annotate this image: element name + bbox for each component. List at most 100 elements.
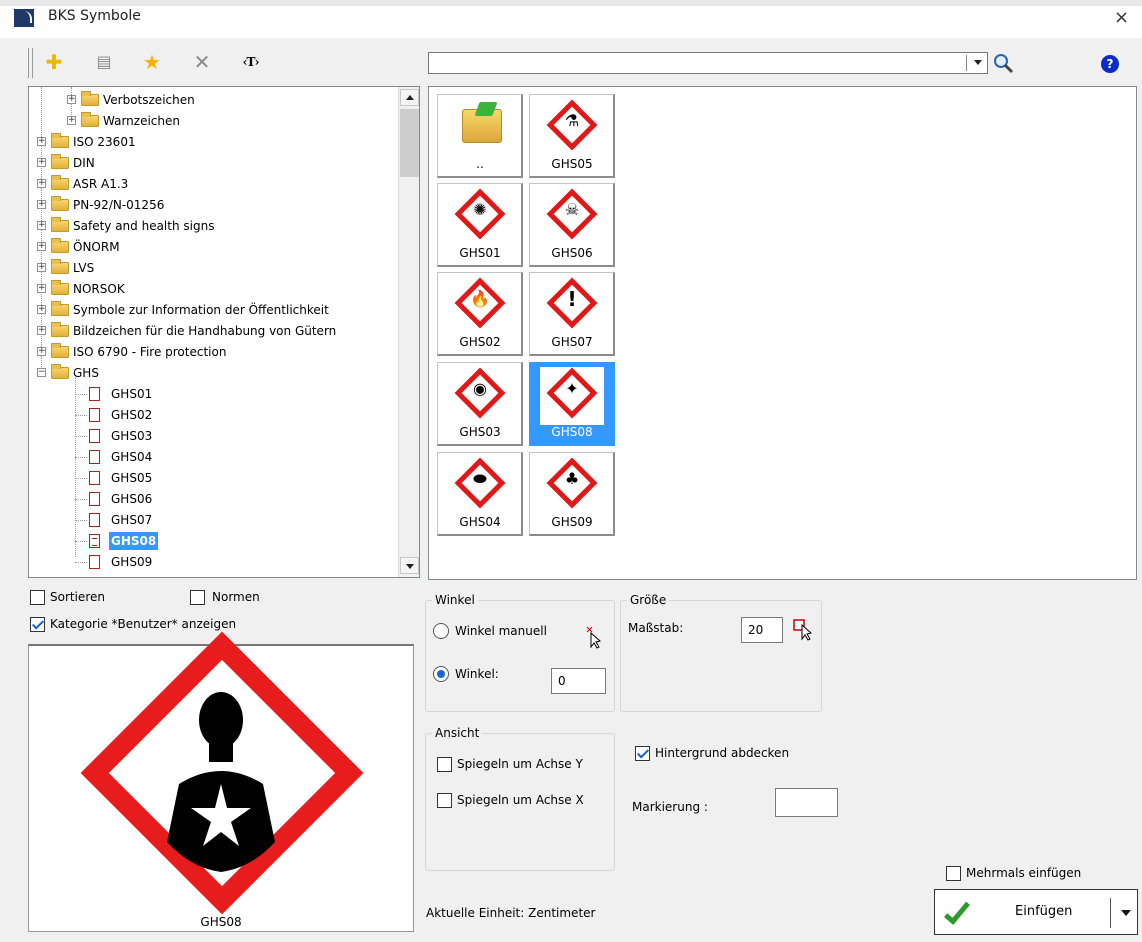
sortieren-checkbox[interactable] [30, 590, 45, 605]
tree-item-ghs03[interactable]: GHS03 [29, 426, 397, 446]
expand-icon[interactable]: + [37, 179, 46, 188]
expand-icon[interactable]: + [37, 326, 46, 335]
current-unit-label: Aktuelle Einheit: Zentimeter [426, 906, 596, 920]
explosive-icon: ✺ [473, 200, 487, 219]
category-tree[interactable]: + Verbotszeichen + Warnzeichen + ISO 236… [28, 86, 420, 578]
hintergrund-checkbox[interactable] [635, 746, 650, 761]
tree-item-ghs06[interactable]: GHS06 [29, 489, 397, 509]
symbol-tile-ghs02[interactable]: 🔥 GHS02 [437, 272, 523, 356]
symbol-tile-ghs06[interactable]: ☠ GHS06 [529, 183, 615, 267]
expand-icon[interactable]: + [37, 137, 46, 146]
tile-image [448, 99, 512, 157]
folder-icon [51, 280, 69, 295]
dropdown-arrow-icon[interactable] [974, 60, 982, 65]
add-button[interactable]: ✚ [42, 50, 66, 74]
tree-item-ghs02[interactable]: GHS02 [29, 405, 397, 425]
collapse-icon[interactable]: − [37, 368, 46, 377]
tree-item-safety-health[interactable]: + Safety and health signs [29, 216, 397, 236]
toolbar-grip[interactable] [28, 48, 33, 78]
insert-dropdown-icon[interactable] [1121, 910, 1131, 916]
tree-item-ghs[interactable]: − GHS [29, 363, 397, 383]
properties-button[interactable]: ▤ [92, 50, 116, 74]
expand-icon[interactable]: + [37, 347, 46, 356]
insert-split-button[interactable]: Einfügen [934, 889, 1138, 935]
kategorie-checkbox[interactable] [30, 617, 45, 632]
tree-item-public-info[interactable]: + Symbole zur Information der Öffentlich… [29, 300, 397, 320]
expand-icon[interactable]: + [37, 221, 46, 230]
tree-item-lvs[interactable]: + LVS [29, 258, 397, 278]
expand-icon[interactable]: + [37, 158, 46, 167]
symbol-tile-ghs05[interactable]: ⚗ GHS05 [529, 94, 615, 178]
folder-open-icon [51, 364, 69, 379]
search-combobox[interactable] [428, 52, 988, 74]
expand-icon[interactable]: + [67, 95, 76, 104]
symbol-tile-ghs03[interactable]: ◉ GHS03 [437, 362, 523, 446]
kategorie-label: Kategorie *Benutzer* anzeigen [50, 617, 237, 631]
groesse-group-title: Größe [627, 593, 670, 607]
massstab-input[interactable]: 20 [741, 617, 783, 643]
scroll-down-icon[interactable] [400, 557, 419, 574]
folder-icon [51, 133, 69, 148]
folder-icon [51, 301, 69, 316]
spiegeln-x-checkbox[interactable] [437, 793, 452, 808]
winkel-manuell-radio[interactable] [433, 623, 449, 639]
tree-item-iso-23601[interactable]: + ISO 23601 [29, 132, 397, 152]
symbol-file-icon [89, 387, 100, 401]
tree-item-ghs04[interactable]: GHS04 [29, 447, 397, 467]
expand-icon[interactable]: + [37, 305, 46, 314]
tree-item-din[interactable]: + DIN [29, 153, 397, 173]
tree-item-warnzeichen[interactable]: + Warnzeichen [29, 111, 397, 131]
tree-item-ghs07[interactable]: GHS07 [29, 510, 397, 530]
pick-scale-cursor-icon[interactable] [792, 617, 816, 641]
tree-item-ghs09[interactable]: GHS09 [29, 552, 397, 572]
spiegeln-y-checkbox[interactable] [437, 757, 452, 772]
pick-angle-cursor-icon[interactable] [585, 625, 605, 649]
winkel-radio[interactable] [433, 666, 449, 682]
dropdown-separator [966, 55, 967, 71]
tree-item-pn-92[interactable]: + PN-92/N-01256 [29, 195, 397, 215]
delete-button[interactable]: ✕ [190, 50, 214, 74]
help-icon[interactable]: ? [1101, 55, 1119, 73]
tree-item-verbotszeichen[interactable]: + Verbotszeichen [29, 90, 397, 110]
tree-item-iso-6790[interactable]: + ISO 6790 - Fire protection [29, 342, 397, 362]
close-button[interactable]: × [1114, 8, 1129, 28]
tree-item-onorm[interactable]: + ÖNORM [29, 237, 397, 257]
scroll-up-icon[interactable] [400, 89, 419, 106]
tree-guide [75, 457, 87, 458]
expand-icon[interactable]: + [37, 242, 46, 251]
winkel-input[interactable]: 0 [551, 668, 606, 694]
winkel-manuell-label: Winkel manuell [455, 624, 547, 638]
tree-item-ghs01[interactable]: GHS01 [29, 384, 397, 404]
expand-icon[interactable]: + [37, 200, 46, 209]
mehrmals-checkbox[interactable] [946, 866, 961, 881]
markierung-input[interactable] [775, 788, 838, 817]
tree-item-asr-a1-3[interactable]: + ASR A1.3 [29, 174, 397, 194]
tree-item-ghs08[interactable]: GHS08 [29, 531, 397, 551]
tree-guide [75, 394, 87, 395]
symbol-file-icon [89, 471, 100, 485]
tree-guide [75, 478, 87, 479]
tree-scrollbar[interactable] [398, 87, 419, 577]
symbol-grid[interactable]: .. ⚗ GHS05 ✺ GHS01 ☠ GHS06 🔥 GHS02 ! GHS… [428, 86, 1137, 580]
symbol-tile-ghs04[interactable]: ⬬ GHS04 [437, 452, 523, 536]
normen-checkbox[interactable] [190, 590, 205, 605]
symbol-tile-ghs01[interactable]: ✺ GHS01 [437, 183, 523, 267]
expand-icon[interactable]: + [37, 263, 46, 272]
search-icon[interactable] [993, 53, 1015, 75]
symbol-tile-parent-folder[interactable]: .. [437, 94, 523, 178]
tree-guide [75, 541, 87, 542]
text-tag-button[interactable]: ‹T› [236, 50, 266, 74]
favorite-button[interactable]: ★ [140, 50, 164, 74]
expand-icon[interactable]: + [37, 284, 46, 293]
scroll-thumb[interactable] [400, 109, 419, 177]
expand-icon[interactable]: + [67, 116, 76, 125]
symbol-tile-ghs07[interactable]: ! GHS07 [529, 272, 615, 356]
symbol-tile-ghs09[interactable]: ♣ GHS09 [529, 452, 615, 536]
tree-guide [75, 562, 87, 563]
massstab-label: Maßstab: [628, 621, 684, 635]
mehrmals-label: Mehrmals einfügen [966, 866, 1082, 880]
tree-item-ghs05[interactable]: GHS05 [29, 468, 397, 488]
tree-item-handling-goods[interactable]: + Bildzeichen für die Handhabung von Güt… [29, 321, 397, 341]
tree-item-norsok[interactable]: + NORSOK [29, 279, 397, 299]
symbol-tile-ghs08[interactable]: ✦ GHS08 [529, 362, 615, 446]
